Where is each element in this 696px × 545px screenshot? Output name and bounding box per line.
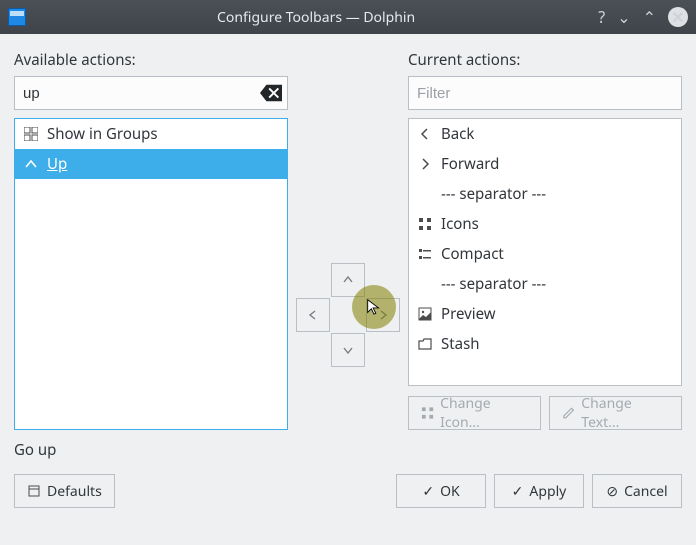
list-item[interactable]: Stash (409, 329, 681, 359)
dolphin-app-icon (8, 8, 26, 26)
close-icon[interactable]: ✕ (668, 7, 688, 27)
current-filter-input[interactable] (408, 76, 682, 110)
list-item[interactable]: Up (15, 149, 287, 179)
list-item[interactable]: Show in Groups (15, 119, 287, 149)
button-label: Defaults (47, 482, 102, 501)
pencil-icon (562, 406, 575, 420)
current-actions-panel: Current actions: Back Forward - (408, 50, 682, 430)
available-actions-panel: Available actions: Show in Groups (14, 50, 288, 430)
dialog-button-bar: Defaults ✓ OK ✓ Apply ⊘ Cancel (14, 474, 682, 508)
forbid-icon: ⊘ (606, 482, 618, 501)
separator-icon (417, 276, 433, 292)
button-label: Cancel (624, 482, 668, 501)
available-actions-list[interactable]: Show in Groups Up (14, 118, 288, 430)
list-item-label: Icons (441, 214, 479, 234)
button-label: OK (440, 482, 460, 501)
list-item-label: Preview (441, 304, 496, 324)
list-item-label: Back (441, 124, 474, 144)
chevron-left-icon (417, 126, 433, 142)
button-label: Change Icon... (440, 394, 528, 432)
available-filter-input[interactable] (14, 76, 288, 110)
button-label: Change Text... (581, 394, 669, 432)
list-item-label: Compact (441, 244, 504, 264)
list-item[interactable]: Compact (409, 239, 681, 269)
restore-icon (27, 484, 41, 498)
move-down-button[interactable] (331, 333, 365, 367)
list-item-label: Stash (441, 334, 480, 354)
checkmark-icon: ✓ (512, 482, 524, 501)
ok-button[interactable]: ✓ OK (396, 474, 486, 508)
checkmark-icon: ✓ (422, 482, 434, 501)
stash-icon (417, 336, 433, 352)
list-item[interactable]: Icons (409, 209, 681, 239)
move-left-button[interactable] (296, 298, 330, 332)
chevron-up-icon (23, 156, 39, 172)
list-item-label: Forward (441, 154, 499, 174)
compact-view-icon (417, 246, 433, 262)
chevron-right-icon (417, 156, 433, 172)
grid-icon (23, 126, 39, 142)
list-item[interactable]: --- separator --- (409, 179, 681, 209)
move-up-button[interactable] (331, 263, 365, 297)
list-item[interactable]: Preview (409, 299, 681, 329)
apply-button[interactable]: ✓ Apply (494, 474, 584, 508)
icons-view-icon (421, 406, 434, 420)
defaults-button[interactable]: Defaults (14, 474, 115, 508)
clear-filter-icon[interactable] (258, 82, 284, 104)
preview-icon (417, 306, 433, 322)
titlebar-controls: ? ⌄ ⌃ ✕ (598, 7, 688, 27)
icons-view-icon (417, 216, 433, 232)
list-item[interactable]: Forward (409, 149, 681, 179)
cancel-button[interactable]: ⊘ Cancel (592, 474, 682, 508)
list-item-label: --- separator --- (441, 274, 546, 294)
maximize-icon[interactable]: ⌃ (643, 9, 656, 25)
list-item-label: --- separator --- (441, 184, 546, 204)
available-heading: Available actions: (14, 50, 288, 70)
move-right-button[interactable] (366, 298, 400, 332)
list-item-label: Up (47, 154, 67, 174)
button-label: Apply (529, 482, 566, 501)
current-heading: Current actions: (408, 50, 682, 70)
separator-icon (417, 186, 433, 202)
list-item[interactable]: Back (409, 119, 681, 149)
status-text: Go up (14, 440, 682, 460)
current-actions-list[interactable]: Back Forward --- separator --- Icons (408, 118, 682, 386)
list-item[interactable]: --- separator --- (409, 269, 681, 299)
change-icon-button[interactable]: Change Icon... (408, 396, 541, 430)
window-title: Configure Toolbars — Dolphin (34, 8, 598, 27)
change-text-button[interactable]: Change Text... (549, 396, 682, 430)
titlebar: Configure Toolbars — Dolphin ? ⌄ ⌃ ✕ (0, 0, 696, 34)
minimize-icon[interactable]: ⌄ (617, 9, 630, 25)
move-buttons-panel (296, 50, 400, 430)
list-item-label: Show in Groups (47, 124, 158, 144)
help-icon[interactable]: ? (598, 9, 605, 25)
